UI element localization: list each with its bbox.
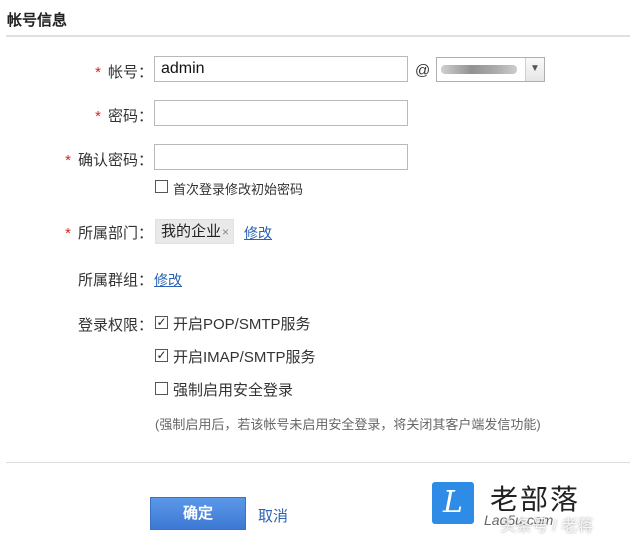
domain-value-blurred: [441, 65, 517, 74]
close-icon[interactable]: ×: [222, 225, 229, 239]
pop-smtp-checkbox[interactable]: ✓: [155, 316, 168, 329]
group-label: 所属群组：: [77, 272, 153, 289]
required-mark: *: [95, 108, 101, 125]
section-divider: [6, 35, 630, 37]
password-input[interactable]: [154, 100, 408, 126]
department-label: * 所属部门：: [65, 222, 153, 243]
at-sign: @: [415, 62, 431, 79]
required-mark: *: [65, 152, 71, 169]
watermark-logo: L: [432, 482, 474, 524]
department-label-text: 所属部门：: [77, 225, 153, 242]
login-permissions-label: 登录权限：: [77, 317, 153, 334]
account-input[interactable]: [154, 56, 408, 82]
password-label-text: 密码：: [107, 108, 153, 125]
confirm-password-label: * 确认密码：: [65, 149, 153, 170]
first-login-change-label: 首次登录修改初始密码: [173, 182, 304, 197]
chevron-down-icon[interactable]: ▼: [525, 58, 544, 81]
department-tag: 我的企业×: [155, 219, 235, 244]
watermark-overlay: 头条号 / 老蒋: [500, 518, 594, 535]
force-secure-login-checkbox[interactable]: [155, 382, 168, 395]
account-label-text: 帐号：: [107, 64, 153, 81]
department-tag-text: 我的企业: [161, 223, 222, 240]
group-edit-link[interactable]: 修改: [154, 270, 182, 290]
first-login-change-checkbox[interactable]: [155, 180, 168, 193]
account-label: * 帐号：: [95, 61, 153, 82]
password-label: * 密码：: [95, 105, 153, 126]
section-title: 帐号信息: [7, 12, 68, 29]
domain-select[interactable]: ▼: [436, 57, 545, 82]
cancel-button[interactable]: 取消: [258, 505, 288, 526]
confirm-password-input[interactable]: [154, 144, 408, 170]
force-secure-login-hint: (强制启用后，若该帐号未启用安全登录，将关闭其客户端发信功能): [155, 417, 541, 432]
force-secure-login-label: 强制启用安全登录: [173, 382, 294, 399]
confirm-button[interactable]: 确定: [150, 497, 246, 530]
pop-smtp-label: 开启POP/SMTP服务: [173, 316, 311, 333]
required-mark: *: [95, 64, 101, 81]
department-edit-link[interactable]: 修改: [244, 223, 272, 243]
imap-smtp-label: 开启IMAP/SMTP服务: [173, 349, 316, 366]
imap-smtp-checkbox[interactable]: ✓: [155, 349, 168, 362]
confirm-password-label-text: 确认密码：: [77, 152, 153, 169]
required-mark: *: [65, 225, 71, 242]
footer-divider: [6, 462, 630, 463]
